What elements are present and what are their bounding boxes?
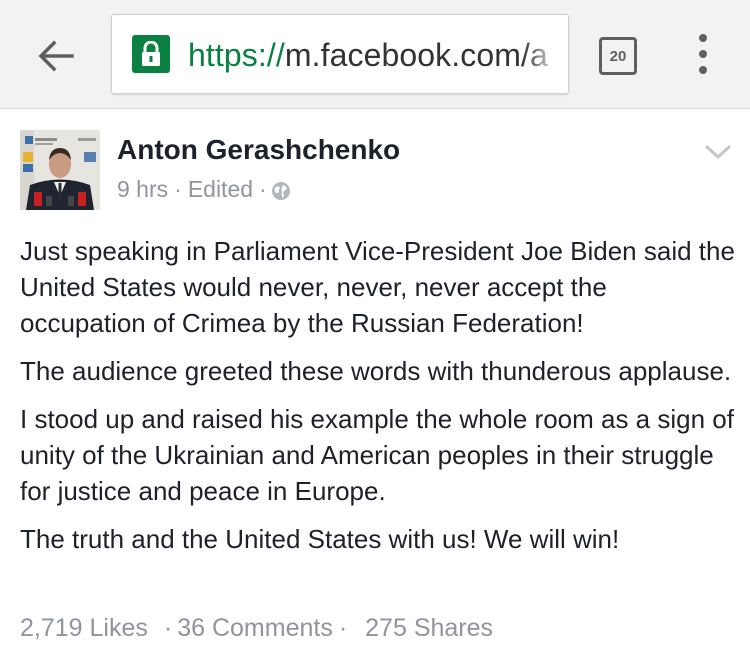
counts-separator: · — [338, 614, 348, 642]
browser-toolbar: https://m.facebook.com/a 20 — [0, 0, 750, 109]
post-paragraph: Just speaking in Parliament Vice-Preside… — [20, 236, 735, 338]
post-paragraph: I stood up and raised his example the wh… — [20, 404, 734, 506]
url-host: m.facebook.com/a — [284, 37, 548, 73]
tab-switcher-button[interactable]: 20 — [599, 37, 637, 75]
engagement-counts: 2,719 Likes · 36 Comments · 275 Shares — [20, 614, 493, 643]
likes-count[interactable]: 2,719 Likes — [20, 614, 148, 642]
url-fade — [522, 15, 568, 93]
post-paragraph: The audience greeted these words with th… — [20, 356, 732, 386]
meta-separator: · — [174, 176, 182, 202]
shares-count[interactable]: 275 Shares — [365, 614, 493, 642]
comments-count[interactable]: 36 Comments — [177, 614, 333, 642]
chevron-down-icon[interactable] — [704, 141, 732, 163]
post-edited-label[interactable]: Edited — [188, 176, 253, 203]
post-meta: 9 hrs · Edited · — [117, 176, 291, 203]
more-vertical-icon[interactable] — [688, 34, 718, 74]
post-paragraph: The truth and the United States with us!… — [20, 524, 620, 554]
meta-separator: · — [259, 176, 267, 202]
back-button[interactable] — [30, 30, 82, 82]
globe-icon — [271, 180, 291, 200]
lock-icon — [132, 35, 170, 73]
back-arrow-icon — [38, 40, 74, 72]
url-scheme: https:// — [188, 37, 285, 73]
post-time[interactable]: 9 hrs — [117, 176, 168, 203]
url-text: https://m.facebook.com/a — [188, 35, 548, 75]
post-body: Just speaking in Parliament Vice-Preside… — [20, 233, 735, 569]
avatar[interactable] — [20, 130, 100, 210]
counts-separator: · — [163, 614, 173, 642]
address-bar[interactable]: https://m.facebook.com/a — [111, 14, 569, 94]
post-author-name[interactable]: Anton Gerashchenko — [117, 134, 400, 166]
